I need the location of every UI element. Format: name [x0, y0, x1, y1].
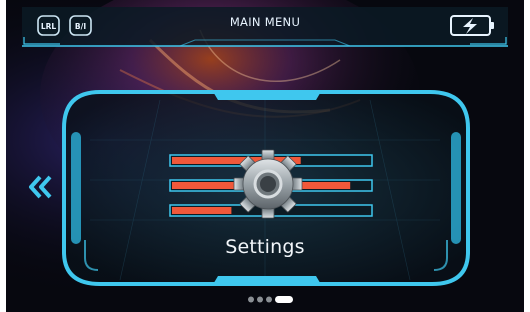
- page-dot[interactable]: [257, 296, 263, 303]
- slider-fill: [172, 207, 232, 214]
- screen-background: LRL B/I: [6, 0, 524, 312]
- device-screen: LRL B/I MAIN MENU Settings: [0, 0, 530, 312]
- page-dot[interactable]: [266, 296, 272, 303]
- gear-icon: [233, 149, 303, 219]
- menu-item-label[interactable]: Settings: [0, 236, 530, 258]
- page-title: MAIN MENU: [229, 15, 301, 29]
- page-dot[interactable]: [248, 296, 254, 303]
- page-dot-active[interactable]: [275, 296, 293, 303]
